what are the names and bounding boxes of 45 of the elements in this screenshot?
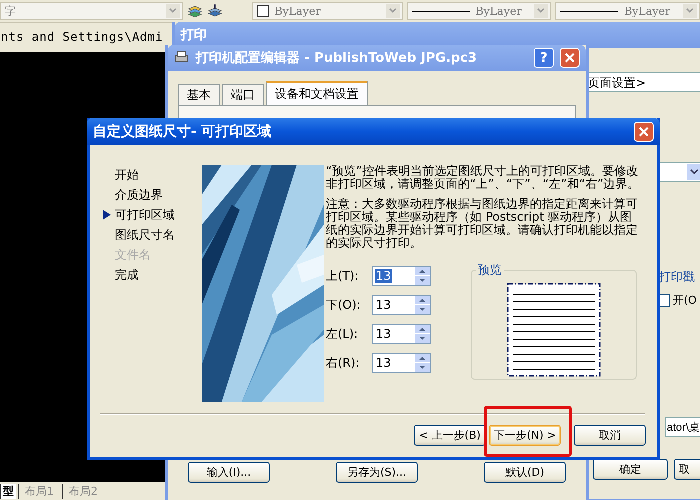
path-field[interactable]: ator\桌 — [665, 417, 700, 437]
step-label: 可打印区域 — [115, 206, 175, 224]
dialog-button[interactable]: 取 — [674, 459, 700, 480]
step-label: 图纸尺寸名 — [115, 226, 175, 244]
field-label: 左(L): — [326, 326, 360, 342]
wizard-button[interactable]: 取消 — [574, 425, 646, 446]
margin-spinbox[interactable]: 13 — [372, 324, 431, 344]
description-text: “预览”控件表明当前选定图纸尺寸上的可打印区域。要修改非打印区域，请调整页面的“上”、“下”、“左”和“右”边界。 — [326, 165, 641, 191]
text-style-combo[interactable]: 字 — [0, 2, 183, 20]
dialog-button[interactable]: 输入(I)... — [188, 462, 270, 483]
group-label: 预览 — [477, 262, 503, 279]
field-label: 上(T): — [326, 268, 360, 284]
margin-spinbox[interactable]: 13 — [372, 266, 431, 286]
note-text: 注意：大多数驱动程序根据与图纸边界的指定距离来计算可打印区域。某些驱动程序（如 Postscript 驱动程序）从图纸的实际边界开始计算可打印区域。请确认打印机能以指定的实际尺寸打印。 — [326, 198, 639, 250]
layers-icon[interactable] — [207, 3, 224, 19]
bylayer-combo[interactable]: ByLayer — [252, 2, 403, 20]
step-label: 开始 — [115, 166, 139, 184]
bylayer-combo[interactable]: ByLayer — [555, 2, 700, 20]
dialog-button[interactable]: 另存为(S)... — [336, 462, 418, 483]
window-title: 自定义图纸尺寸- 可打印区域 — [93, 122, 273, 140]
tab[interactable]: 端口 — [222, 84, 264, 105]
spin-arrows-icon[interactable] — [415, 267, 430, 285]
field-label: 下(O): — [326, 296, 362, 314]
step-label: 文件名 — [115, 246, 151, 264]
wizard-button[interactable]: 下一步(N) > — [489, 425, 561, 446]
layout-tab[interactable]: 型 — [0, 484, 16, 498]
bylayer-combo[interactable]: ByLayer — [406, 2, 552, 20]
dialog-button[interactable]: 默认(D) — [484, 462, 566, 483]
field-label: 右(R): — [326, 354, 361, 372]
tab[interactable]: 基本 — [178, 84, 220, 105]
spin-arrows-icon[interactable] — [415, 325, 430, 343]
wizard-button[interactable]: < 上一步(B) — [414, 425, 486, 446]
spin-arrows-icon[interactable] — [415, 296, 430, 314]
step-label: 介质边界 — [115, 186, 163, 204]
spin-arrows-icon[interactable] — [415, 354, 430, 372]
layers-icon[interactable] — [186, 3, 204, 19]
window-title: 打印 — [181, 27, 207, 44]
margin-spinbox[interactable]: 13 — [372, 295, 431, 315]
window-title: 打印机配置编辑器 - PublishToWeb JPG.pc3 — [196, 50, 478, 67]
dialog-button[interactable]: 确定 — [593, 459, 668, 480]
step-label: 完成 — [115, 266, 139, 284]
file-path: nts and Settings\Admi — [0, 30, 164, 44]
tab[interactable]: 设备和文档设置 — [266, 81, 368, 105]
close-button[interactable] — [634, 122, 654, 142]
margin-spinbox[interactable]: 13 — [372, 353, 431, 373]
